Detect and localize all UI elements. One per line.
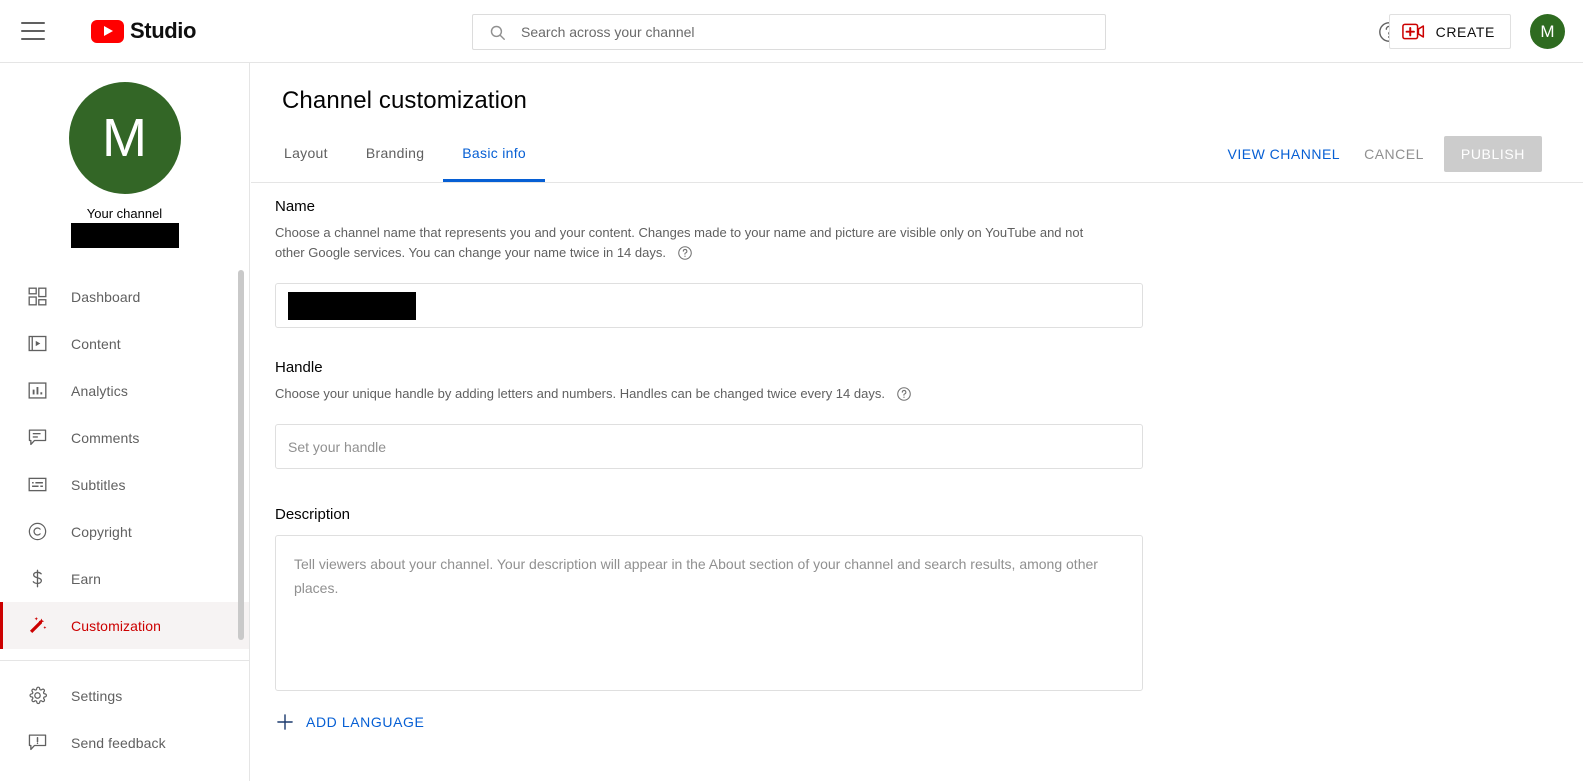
sidebar: M Your channel Dashboard Content Analyti… [0, 63, 250, 781]
channel-name-redaction-bar [288, 291, 416, 320]
sidebar-item-label: Dashboard [71, 288, 141, 305]
sidebar-item-label: Content [71, 335, 121, 352]
sidebar-item-label: Customization [71, 617, 162, 634]
sidebar-scrollbar-thumb[interactable] [238, 270, 244, 640]
comment-bubble-icon [25, 426, 49, 450]
dollar-sign-icon [25, 567, 49, 591]
sidebar-item-label: Earn [71, 570, 101, 587]
handle-input[interactable] [288, 438, 1130, 455]
hamburger-line [21, 30, 45, 32]
basic-info-form: Name Choose a channel name that represen… [275, 198, 1565, 737]
description-textarea[interactable] [294, 552, 1124, 674]
sidebar-item-label: Comments [71, 429, 140, 446]
copyright-icon [25, 520, 49, 544]
sidebar-item-subtitles[interactable]: Subtitles [0, 461, 249, 508]
gear-icon [25, 684, 49, 708]
video-plus-icon [1401, 23, 1425, 40]
publish-button[interactable]: PUBLISH [1443, 136, 1542, 172]
description-textarea-wrap[interactable] [275, 535, 1143, 691]
sidebar-item-earn[interactable]: Earn [0, 555, 249, 602]
tab-label: Layout [284, 145, 328, 161]
help-circle-icon[interactable] [896, 386, 912, 408]
handle-section: Handle Choose your unique handle by addi… [275, 359, 1565, 469]
channel-name-input[interactable] [275, 283, 1143, 328]
magic-wand-icon [25, 614, 49, 638]
tab-label: Branding [365, 145, 425, 161]
tab-label: Basic info [462, 145, 526, 161]
handle-label: Handle [275, 359, 323, 376]
hamburger-menu-icon[interactable] [21, 22, 45, 40]
sidebar-item-dashboard[interactable]: Dashboard [0, 273, 249, 320]
sidebar-item-send-feedback[interactable]: Send feedback [0, 719, 249, 766]
main-content: Channel customization Layout Branding Ba… [251, 63, 1583, 781]
sidebar-item-comments[interactable]: Comments [0, 414, 249, 461]
create-button-label: CREATE [1435, 23, 1495, 40]
sidebar-nav-list: Dashboard Content Analytics Comments Sub… [0, 273, 249, 766]
dashboard-grid-icon [25, 285, 49, 309]
sidebar-item-label: Settings [71, 687, 123, 704]
add-language-button[interactable]: ADD LANGUAGE [275, 708, 430, 736]
tab-branding[interactable]: Branding [347, 141, 443, 182]
analytics-bar-icon [25, 379, 49, 403]
channel-name-redaction-bar [70, 223, 179, 248]
hamburger-line [21, 22, 45, 24]
top-header-bar: Studio CREATE M [0, 0, 1583, 63]
sidebar-item-label: Send feedback [71, 734, 166, 751]
handle-help-text: Choose your unique handle by adding lett… [275, 384, 1105, 408]
search-input[interactable] [521, 24, 1081, 40]
name-label: Name [275, 198, 316, 215]
channel-avatar[interactable]: M [68, 82, 181, 194]
youtube-play-icon [91, 19, 124, 43]
name-section: Name Choose a channel name that represen… [275, 198, 1565, 328]
handle-help-string: Choose your unique handle by adding lett… [275, 386, 885, 401]
studio-wordmark: Studio [130, 18, 197, 43]
sidebar-divider [0, 660, 249, 661]
create-button[interactable]: CREATE [1388, 14, 1511, 49]
action-bar: VIEW CHANNEL CANCEL PUBLISH [1216, 136, 1542, 172]
play-triangle [104, 26, 113, 36]
sidebar-item-label: Subtitles [71, 476, 126, 493]
name-help-text: Choose a channel name that represents yo… [275, 223, 1105, 267]
tab-layout[interactable]: Layout [265, 141, 347, 182]
cancel-button[interactable]: CANCEL [1352, 137, 1436, 171]
channel-summary: M Your channel [0, 63, 249, 248]
help-circle-icon[interactable] [677, 245, 693, 267]
hamburger-line [21, 38, 45, 40]
your-channel-label: Your channel [86, 206, 163, 221]
view-channel-link[interactable]: VIEW CHANNEL [1216, 137, 1353, 171]
search-icon [489, 24, 506, 41]
plus-icon [275, 712, 295, 732]
sidebar-item-settings[interactable]: Settings [0, 672, 249, 719]
feedback-icon [25, 731, 49, 755]
sidebar-item-content[interactable]: Content [0, 320, 249, 367]
sidebar-item-label: Copyright [71, 523, 132, 540]
subtitles-icon [25, 473, 49, 497]
add-language-label: ADD LANGUAGE [306, 714, 425, 730]
account-avatar[interactable]: M [1530, 14, 1565, 49]
sidebar-item-label: Analytics [71, 382, 128, 399]
description-label: Description [275, 506, 351, 523]
content-play-icon [25, 332, 49, 356]
sidebar-item-copyright[interactable]: Copyright [0, 508, 249, 555]
youtube-studio-logo[interactable]: Studio [91, 18, 196, 44]
handle-input-wrap[interactable] [275, 424, 1143, 469]
sidebar-item-analytics[interactable]: Analytics [0, 367, 249, 414]
search-bar[interactable] [472, 14, 1106, 50]
tab-basic-info[interactable]: Basic info [443, 141, 545, 182]
description-section: Description ADD LANGUAGE [275, 506, 1565, 737]
page-title: Channel customization [282, 87, 527, 114]
sidebar-item-customization[interactable]: Customization [0, 602, 249, 649]
